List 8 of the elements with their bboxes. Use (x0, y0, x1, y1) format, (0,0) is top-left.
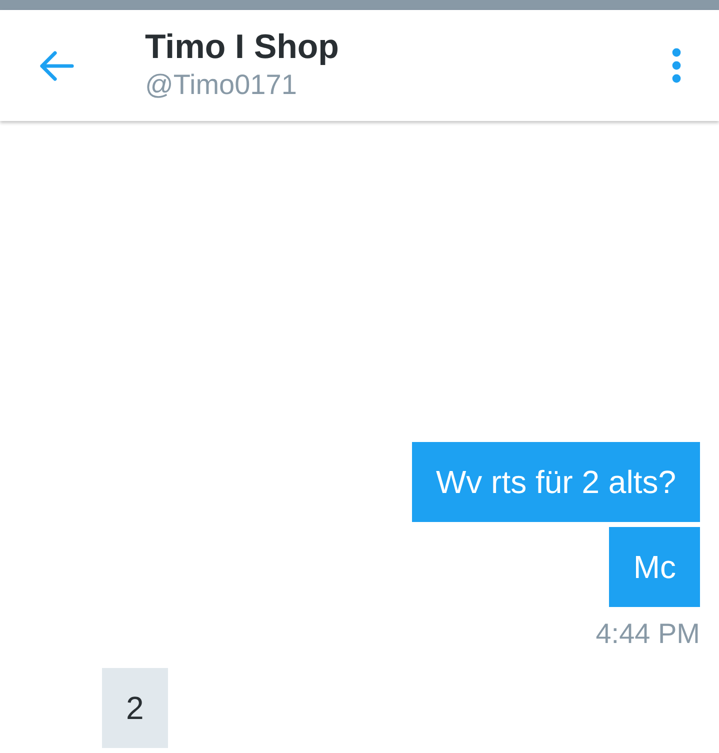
sent-message-bubble: Mc (609, 527, 700, 607)
back-arrow-icon (40, 50, 74, 80)
more-options-icon (672, 48, 681, 83)
user-handle: @Timo0171 (145, 68, 298, 102)
message-timestamp: 4:44 PM (596, 617, 700, 651)
conversation-title: Timo I Shop (145, 26, 339, 66)
sent-message-bubble: Wv rts für 2 alts? (412, 442, 700, 522)
received-message-bubble: 2 (102, 668, 168, 748)
